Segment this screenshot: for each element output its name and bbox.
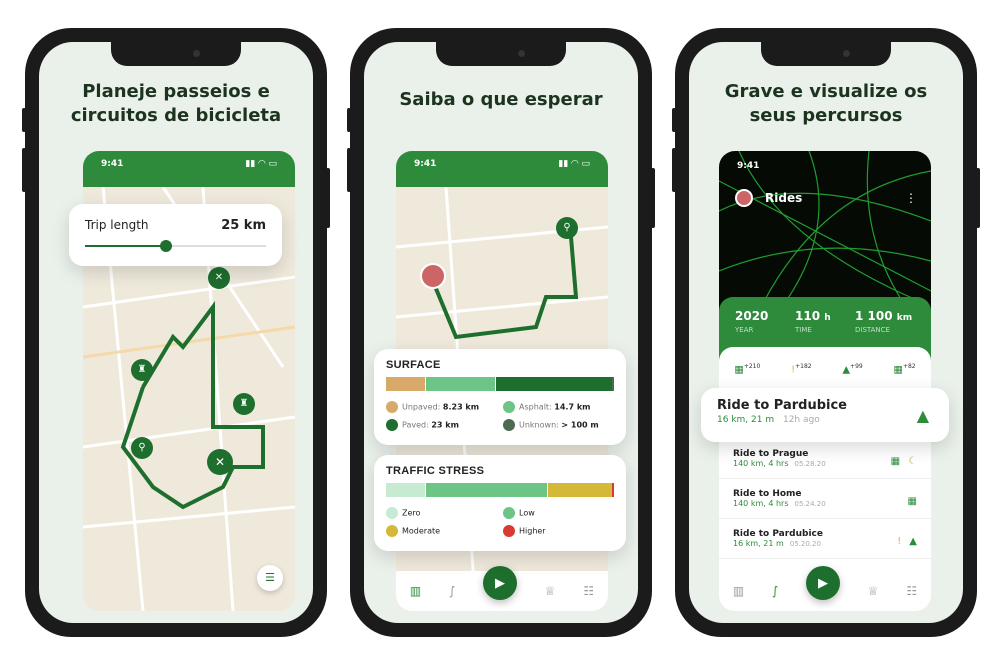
- trip-length-label: Trip length: [85, 218, 149, 232]
- ride-name: Ride to Home: [733, 489, 802, 499]
- achievement-badge[interactable]: !+182: [791, 363, 812, 375]
- avatar: [420, 263, 446, 289]
- trip-length-slider[interactable]: [85, 240, 266, 252]
- badges-row: ▦+210 !+182 ▲+99 ▦+82: [719, 347, 931, 391]
- legend-label: Paved:: [402, 420, 429, 430]
- map-icon[interactable]: ▥: [410, 584, 421, 598]
- legend-item: Moderate: [386, 525, 497, 537]
- legend-value: 23 km: [431, 420, 459, 430]
- traffic-stress-bar: [386, 483, 614, 497]
- ride-tag-icon: !: [897, 536, 902, 547]
- more-icon[interactable]: ⋮: [905, 191, 917, 205]
- legend-item: Paved: 23 km: [386, 419, 497, 431]
- headline: Saiba o que esperar: [399, 89, 603, 110]
- phone-3: Grave e visualize os seus percursos 9:41 …: [672, 28, 980, 637]
- trophy-icon[interactable]: ♕: [545, 584, 556, 598]
- ride-list-item[interactable]: Ride to Prague 140 km, 4 hrs 05.28.20 ▦ ☾: [719, 439, 931, 479]
- ride-list-item[interactable]: Ride to Pardubice 16 km, 21 m 05.20.20! ▲: [719, 519, 931, 559]
- legend-label: Zero: [402, 508, 421, 518]
- legend-label: Asphalt:: [519, 402, 552, 412]
- list-icon[interactable]: ☷: [906, 584, 917, 598]
- rides-app: 9:41 Rides ⋮ 2020 YEAR 110 h TIME 1 100 km D…: [719, 151, 931, 611]
- legend-item: Higher: [503, 525, 614, 537]
- phone-2: Saiba o que esperar 9:41 ▮▮ ◠ ▭ ⚲ ▥ ∫ ▶ ♕ ☷ S…: [347, 28, 655, 637]
- map-icon[interactable]: ▥: [733, 584, 744, 598]
- castle-marker-icon[interactable]: ♜: [233, 393, 255, 415]
- traffic-stress-card: TRAFFIC STRESS Zero Low Moderate Higher: [374, 455, 626, 551]
- trophy-icon[interactable]: ♕: [868, 584, 879, 598]
- ride-list-item[interactable]: Ride to Home 140 km, 4 hrs 05.24.20 ▦: [719, 479, 931, 519]
- ride-tag-icon: ▦: [890, 456, 901, 467]
- ride-name: Ride to Prague: [733, 449, 809, 459]
- play-button[interactable]: ▶: [806, 566, 841, 600]
- ride-name: Ride to Pardubice: [733, 529, 823, 539]
- achievement-badge[interactable]: ▦+210: [734, 363, 760, 375]
- headline: Grave e visualize os seus percursos: [724, 81, 928, 126]
- trip-length-value: 25 km: [221, 218, 266, 233]
- phone-1: Planeje passeios e circuitos de bicicleta…: [22, 28, 330, 637]
- legend-swatch: [386, 525, 398, 537]
- list-icon[interactable]: ☰: [257, 565, 283, 591]
- legend-label: Unpaved:: [402, 402, 441, 412]
- location-marker-icon[interactable]: ⚲: [556, 217, 578, 239]
- status-time: 9:41: [414, 159, 437, 169]
- legend-label: Unknown:: [519, 420, 559, 430]
- rides-list: Ride to Prague 140 km, 4 hrs 05.28.20 ▦ ☾ Rid…: [719, 439, 931, 559]
- ride-tag-icon: ☾: [908, 456, 917, 467]
- surface-bar: [386, 377, 615, 391]
- ride-tag-icon: ▲: [909, 536, 917, 547]
- page-title: Rides: [765, 191, 803, 205]
- legend-item: Unpaved: 8.23 km: [386, 401, 497, 413]
- ride-meta: 16 km, 21 m: [717, 415, 775, 425]
- legend-item: Asphalt: 14.7 km: [503, 401, 614, 413]
- legend-swatch: [503, 525, 515, 537]
- routes-icon[interactable]: ∫: [449, 584, 455, 598]
- legend-swatch: [386, 419, 398, 431]
- legend-item: Low: [503, 507, 614, 519]
- ride-ago: 12h ago: [782, 415, 820, 425]
- status-time: 9:41: [101, 159, 124, 169]
- location-marker-icon[interactable]: ⚲: [131, 437, 153, 459]
- ride-tag-icon: ▦: [907, 496, 917, 507]
- legend-item: Zero: [386, 507, 497, 519]
- restaurant-marker-icon[interactable]: ✕: [207, 449, 233, 475]
- legend-swatch: [503, 507, 515, 519]
- rides-heatmap: 9:41 Rides ⋮: [719, 151, 931, 311]
- ride-name: Ride to Pardubice: [717, 398, 847, 413]
- badge-icon: ▲: [842, 364, 851, 376]
- achievement-badge[interactable]: ▦+82: [893, 363, 915, 375]
- routes-icon[interactable]: ∫: [772, 584, 778, 598]
- surface-card: SURFACE Unpaved: 8.23 km Asphalt: 14.7 km…: [374, 349, 626, 445]
- trip-length-card: Trip length 25 km: [69, 204, 282, 266]
- badge-icon: ▦: [734, 364, 744, 376]
- castle-marker-icon[interactable]: ♜: [131, 359, 153, 381]
- bottom-nav: ▥ ∫ ▶ ♕ ☷: [719, 566, 931, 611]
- legend-label: Moderate: [402, 526, 441, 536]
- legend-swatch: [503, 401, 515, 413]
- legend-label: Low: [519, 508, 535, 518]
- badge-icon: ▦: [893, 364, 903, 376]
- legend-item: Unknown: > 100 m: [503, 419, 614, 431]
- play-button[interactable]: ▶: [483, 566, 518, 600]
- landscape-icon: ▲: [916, 406, 929, 425]
- bottom-nav: ▥ ∫ ▶ ♕ ☷: [396, 566, 608, 611]
- legend-value: 8.23 km: [442, 402, 480, 412]
- avatar: [735, 189, 753, 207]
- list-icon[interactable]: ☷: [583, 584, 594, 598]
- legend-value: > 100 m: [561, 420, 599, 430]
- legend-swatch: [386, 507, 398, 519]
- legend-swatch: [386, 401, 398, 413]
- traffic-stress-title: TRAFFIC STRESS: [386, 465, 485, 477]
- legend-value: 14.7 km: [554, 402, 591, 412]
- legend-label: Higher: [519, 526, 546, 536]
- featured-ride-card[interactable]: Ride to Pardubice 16 km, 21 m 12h ago ▲: [701, 388, 949, 442]
- status-time: 9:41: [737, 161, 760, 171]
- headline: Planeje passeios e circuitos de bicicleta: [70, 81, 282, 126]
- surface-title: SURFACE: [386, 359, 441, 371]
- legend-swatch: [503, 419, 515, 431]
- achievement-badge[interactable]: ▲+99: [842, 363, 862, 375]
- bike-shop-marker-icon[interactable]: ✕: [208, 267, 230, 289]
